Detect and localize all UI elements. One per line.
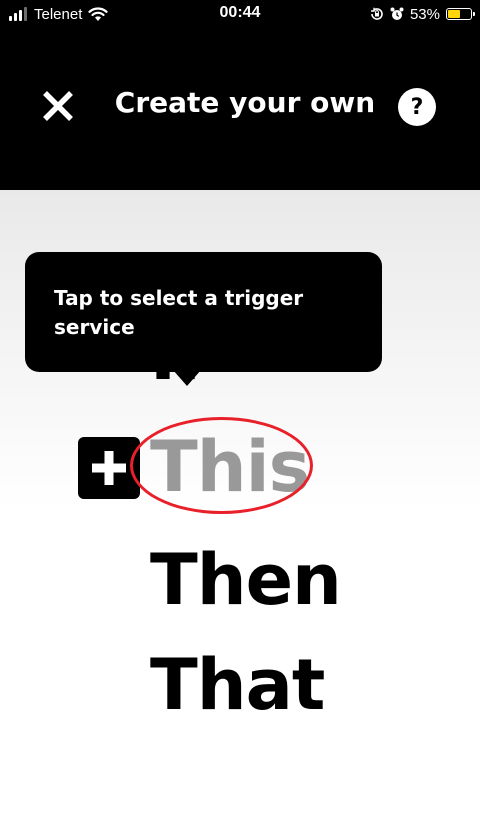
close-icon[interactable] [40,88,76,124]
status-right: 53% [370,4,475,24]
battery-level [448,10,460,18]
tooltip-text: Tap to select a trigger service [54,286,304,339]
then-word: Then [150,539,342,621]
battery-icon [446,8,475,20]
this-trigger-link[interactable]: This [150,432,310,502]
help-icon[interactable]: ? [398,88,436,126]
status-bar: Telenet 00:44 53% [0,0,480,30]
that-word: That [150,644,325,726]
header: Create your own ? [0,30,480,190]
tooltip-arrow [173,370,201,386]
applet-builder-screen: Telenet 00:44 53% Create your own ? This… [0,0,480,828]
add-trigger-button[interactable] [78,437,140,499]
trigger-tooltip: Tap to select a trigger service [25,252,382,372]
rotation-lock-icon [370,7,383,20]
plus-icon [92,451,126,485]
battery-tip [473,12,475,16]
battery-percent: 53% [409,5,440,23]
alarm-icon [390,7,404,20]
page-title: Create your own [114,86,376,119]
